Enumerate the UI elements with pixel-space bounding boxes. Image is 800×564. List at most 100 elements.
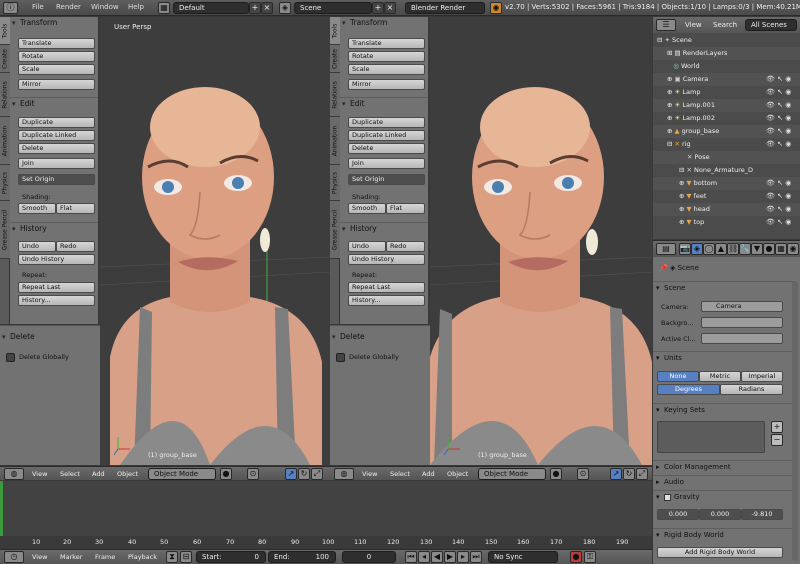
outliner-menu-search[interactable]: Search: [713, 21, 737, 29]
tab-animation[interactable]: Animation: [330, 117, 340, 165]
delete-globally-checkbox[interactable]: [336, 353, 345, 362]
gravity-panel-header[interactable]: Gravity: [653, 490, 795, 503]
audio-panel-header[interactable]: Audio: [653, 475, 795, 488]
scene-tab-icon[interactable]: ◈: [691, 243, 703, 255]
delete-globally-checkbox[interactable]: [6, 353, 15, 362]
redo-button[interactable]: Redo: [386, 241, 425, 252]
manipulator-icon[interactable]: ↗: [610, 468, 622, 480]
mirror-button[interactable]: Mirror: [18, 79, 95, 90]
menu-object[interactable]: Object: [117, 470, 138, 478]
add-rigid-body-world-button[interactable]: Add Rigid Body World: [657, 547, 783, 558]
radians-button[interactable]: Radians: [720, 384, 783, 395]
render-engine-select[interactable]: Blender Render: [405, 2, 485, 14]
rotate-button[interactable]: Rotate: [18, 51, 95, 62]
data-tab-icon[interactable]: ▼: [751, 243, 763, 255]
mirror-button[interactable]: Mirror: [348, 79, 425, 90]
menu-file[interactable]: File: [32, 3, 44, 11]
unit-none-button[interactable]: None: [657, 371, 699, 382]
tab-physics[interactable]: Physics: [330, 165, 340, 201]
duplicate-button[interactable]: Duplicate: [348, 117, 425, 128]
shade-flat-button[interactable]: Flat: [386, 203, 425, 214]
transform-panel-header[interactable]: Transform: [10, 17, 98, 29]
gravity-y-field[interactable]: 0.000: [699, 509, 741, 520]
edit-panel-header[interactable]: Edit: [340, 97, 428, 110]
scale-manipulator-icon[interactable]: ⤢: [636, 468, 648, 480]
shade-smooth-button[interactable]: Smooth: [348, 203, 386, 214]
background-set-field[interactable]: [701, 317, 783, 328]
tab-relations[interactable]: Relations: [330, 73, 340, 117]
prev-keyframe-icon[interactable]: ◂: [418, 551, 430, 563]
scene-icon[interactable]: ◈: [279, 2, 291, 14]
rotate-button[interactable]: Rotate: [348, 51, 425, 62]
add-layout-icon[interactable]: +: [249, 2, 261, 14]
tab-tools[interactable]: Tools: [0, 17, 10, 45]
keying-sets-panel-header[interactable]: Keying Sets: [653, 403, 795, 416]
viewport-left[interactable]: User Persp (1) group_base: [100, 17, 330, 465]
remove-keying-set-icon[interactable]: −: [771, 434, 783, 446]
duplicate-linked-button[interactable]: Duplicate Linked: [348, 130, 425, 141]
menu-window[interactable]: Window: [91, 3, 119, 11]
current-frame-field[interactable]: 0: [342, 551, 396, 563]
tab-tools[interactable]: Tools: [330, 17, 340, 45]
undo-button[interactable]: Undo: [18, 241, 56, 252]
undo-history-button[interactable]: Undo History: [348, 254, 425, 265]
properties-scrollbar[interactable]: [792, 281, 798, 561]
units-panel-header[interactable]: Units: [653, 351, 795, 364]
preview-range-icon[interactable]: ⧗: [166, 551, 178, 563]
gravity-checkbox[interactable]: [664, 493, 671, 501]
texture-tab-icon[interactable]: ▦: [775, 243, 787, 255]
outliner-display-mode[interactable]: All Scenes: [745, 19, 797, 31]
history-button[interactable]: History...: [348, 295, 425, 306]
viewport-shading-icon[interactable]: ●: [220, 468, 232, 480]
current-frame-marker[interactable]: [0, 481, 3, 536]
timeline-menu-playback[interactable]: Playback: [128, 553, 157, 561]
menu-select[interactable]: Select: [390, 470, 410, 478]
object-tab-icon[interactable]: ▲: [715, 243, 727, 255]
info-editor-icon[interactable]: ⓘ: [3, 2, 18, 14]
keying-set-icon[interactable]: ⚿: [584, 551, 596, 563]
viewport-right[interactable]: (1) group_base: [430, 17, 652, 465]
color-management-panel-header[interactable]: Color Management: [653, 460, 795, 473]
material-tab-icon[interactable]: ●: [763, 243, 775, 255]
constraints-tab-icon[interactable]: ⛓: [727, 243, 739, 255]
end-frame-field[interactable]: End: 100: [268, 551, 336, 563]
gravity-z-field[interactable]: -9.810: [741, 509, 783, 520]
outliner-item[interactable]: ◎ World: [653, 60, 800, 73]
physics-tab-icon[interactable]: ◉: [787, 243, 799, 255]
translate-button[interactable]: Translate: [18, 38, 95, 49]
scene-panel-header[interactable]: Scene: [653, 281, 795, 294]
unit-metric-button[interactable]: Metric: [699, 371, 741, 382]
editor-type-icon[interactable]: ◍: [334, 468, 354, 480]
rotate-manipulator-icon[interactable]: ↻: [623, 468, 635, 480]
set-origin-dropdown[interactable]: Set Origin: [18, 174, 95, 185]
translate-button[interactable]: Translate: [348, 38, 425, 49]
properties-editor-icon[interactable]: ▤: [656, 243, 676, 255]
manipulator-icon[interactable]: ↗: [285, 468, 297, 480]
add-keying-set-icon[interactable]: +: [771, 421, 783, 433]
menu-view[interactable]: View: [362, 470, 377, 478]
timeline-menu-marker[interactable]: Marker: [60, 553, 82, 561]
menu-help[interactable]: Help: [128, 3, 144, 11]
tab-physics[interactable]: Physics: [0, 165, 10, 201]
active-clip-field[interactable]: [701, 333, 783, 344]
join-button[interactable]: Join: [348, 158, 425, 169]
duplicate-button[interactable]: Duplicate: [18, 117, 95, 128]
modifiers-tab-icon[interactable]: 🔧: [739, 243, 751, 255]
timeline-menu-frame[interactable]: Frame: [95, 553, 115, 561]
tab-grease-pencil[interactable]: Grease Pencil: [0, 201, 10, 259]
undo-button[interactable]: Undo: [348, 241, 386, 252]
tab-create[interactable]: Create: [0, 45, 10, 73]
history-panel-header[interactable]: History: [10, 222, 98, 235]
menu-object[interactable]: Object: [447, 470, 468, 478]
history-button[interactable]: History...: [18, 295, 95, 306]
shade-flat-button[interactable]: Flat: [56, 203, 95, 214]
repeat-last-button[interactable]: Repeat Last: [18, 282, 95, 293]
undo-history-button[interactable]: Undo History: [18, 254, 95, 265]
jump-start-icon[interactable]: ⏮: [405, 551, 417, 563]
timeline-area[interactable]: 10 20 30 40 50 60 70 80 90 100 110 120 1…: [0, 481, 652, 548]
render-tab-icon[interactable]: 📷: [679, 243, 691, 255]
gravity-x-field[interactable]: 0.000: [657, 509, 699, 520]
menu-render[interactable]: Render: [56, 3, 81, 11]
remove-layout-icon[interactable]: ×: [261, 2, 273, 14]
join-button[interactable]: Join: [18, 158, 95, 169]
